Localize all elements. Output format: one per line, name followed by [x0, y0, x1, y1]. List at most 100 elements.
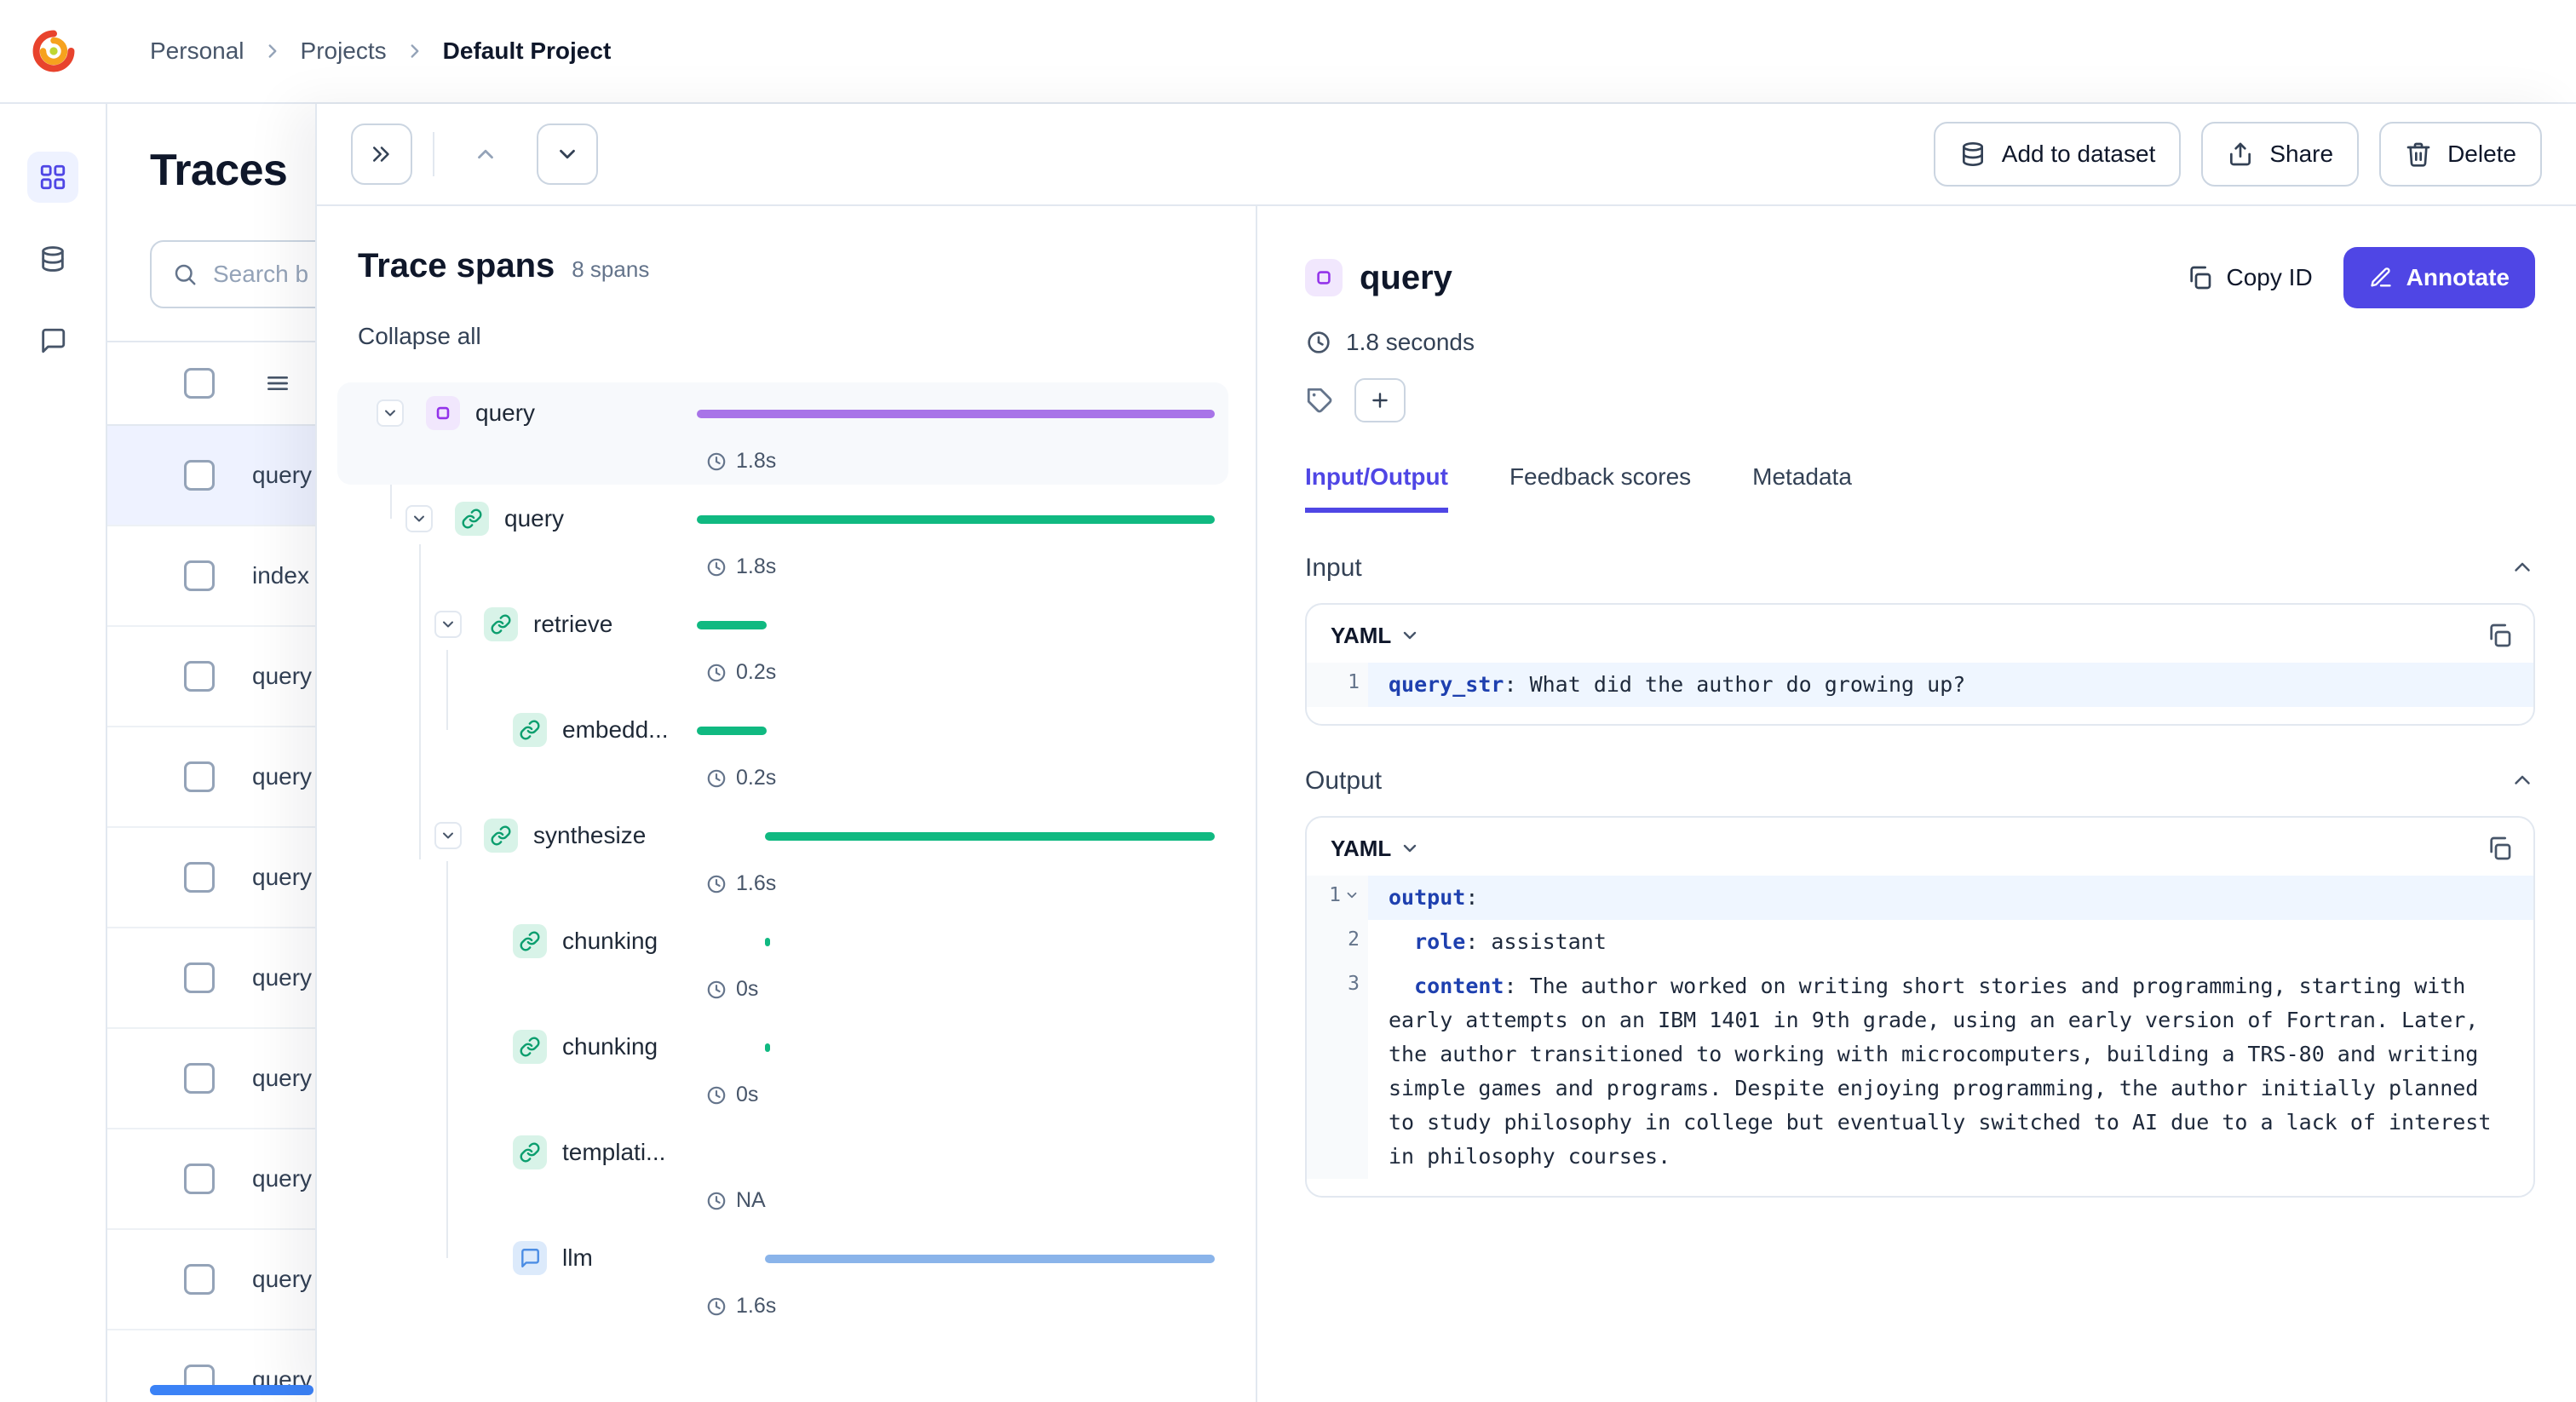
copy-output-button[interactable] [2486, 835, 2513, 862]
breadcrumb-item[interactable]: Default Project [443, 37, 612, 65]
trace-row-label: query [252, 964, 313, 991]
delete-button[interactable]: Delete [2379, 122, 2542, 187]
sidebar-item-projects[interactable] [27, 152, 78, 203]
copy-input-button[interactable] [2486, 622, 2513, 649]
code-text: query_str: What did the author do growin… [1368, 663, 2533, 707]
add-to-dataset-button[interactable]: Add to dataset [1933, 122, 2182, 187]
double-chevron-right-icon [369, 141, 394, 167]
chain-icon [484, 607, 518, 641]
row-checkbox[interactable] [184, 460, 215, 491]
row-checkbox[interactable] [184, 761, 215, 792]
code-line: 3 content: The author worked on writing … [1307, 964, 2533, 1179]
span-duration: 0s [705, 1083, 758, 1107]
row-checkbox[interactable] [184, 1264, 215, 1295]
top-bar: Personal Projects Default Project [0, 0, 2576, 104]
clock-icon [705, 662, 727, 684]
table-menu-icon[interactable] [264, 370, 291, 397]
comet-logo[interactable] [0, 24, 107, 78]
input-code-body: 1 query_str: What did the author do grow… [1307, 663, 2533, 724]
previous-trace-button[interactable] [455, 124, 516, 185]
horizontal-scrollbar-thumb[interactable] [150, 1385, 313, 1395]
tag-icon [1305, 386, 1334, 415]
search-icon [175, 264, 196, 285]
app-window: PersonalProjectsDefault Project Traces [0, 0, 2576, 1402]
copy-icon [2490, 623, 2511, 647]
chevron-down-icon [1404, 631, 1417, 640]
trace-row-label: query [252, 462, 313, 488]
clock-icon [705, 979, 727, 1001]
duration-bar [765, 1255, 1215, 1263]
next-trace-button[interactable] [537, 124, 598, 185]
collapse-input-icon[interactable] [2510, 555, 2535, 581]
chain-icon [513, 1030, 547, 1064]
collapse-toggle[interactable] [434, 822, 462, 849]
fold-icon[interactable] [1344, 884, 1360, 903]
row-checkbox[interactable] [184, 1063, 215, 1094]
duration-bar [697, 621, 768, 629]
span-row[interactable]: synthesize 1.6s [358, 810, 1222, 916]
span-duration: 0.2s [705, 660, 776, 685]
spans-count: 8 spans [572, 256, 650, 282]
chevron-down-icon [555, 141, 580, 167]
duration-bar [697, 515, 1215, 524]
collapse-toggle[interactable] [434, 611, 462, 638]
breadcrumb-item[interactable]: Projects [301, 37, 387, 65]
row-checkbox[interactable] [184, 862, 215, 893]
trace-row-label: query [252, 1065, 313, 1091]
row-checkbox[interactable] [184, 1164, 215, 1194]
trace-icon [426, 396, 460, 430]
input-format-select[interactable]: YAML [1331, 623, 1420, 649]
tab-input-output[interactable]: Input/Output [1305, 463, 1448, 513]
collapse-toggle[interactable] [405, 505, 433, 532]
divider [433, 132, 434, 176]
trash-icon [2406, 142, 2430, 167]
span-duration: 1.8s [705, 449, 776, 474]
share-button[interactable]: Share [2201, 122, 2360, 187]
clock-icon [705, 451, 727, 473]
span-row[interactable]: query 1.8s [358, 493, 1222, 599]
span-row[interactable]: llm 1.6s [358, 1232, 1222, 1338]
plus-icon [1372, 393, 1388, 408]
trace-spans-panel: Trace spans 8 spans Collapse all query 1… [317, 206, 1257, 1402]
collapse-output-icon[interactable] [2510, 768, 2535, 794]
output-section-title: Output [1305, 767, 1383, 795]
clock-icon [1308, 331, 1330, 353]
span-row[interactable]: retrieve 0.2s [358, 599, 1222, 704]
span-label: query [475, 399, 536, 426]
annotate-label: Annotate [2406, 264, 2510, 290]
copy-id-label: Copy ID [2226, 264, 2313, 290]
span-row[interactable]: query 1.8s [337, 382, 1228, 493]
chain-icon [484, 819, 518, 853]
code-text: role: assistant [1414, 929, 1607, 954]
collapse-all-button[interactable]: Collapse all [358, 323, 481, 350]
tab-feedback-scores[interactable]: Feedback scores [1509, 463, 1691, 513]
span-row[interactable]: chunking 0s [358, 1021, 1222, 1127]
clock-icon [705, 873, 727, 895]
add-tag-button[interactable] [1354, 378, 1406, 422]
collapse-toggle[interactable] [377, 399, 404, 427]
select-all-checkbox[interactable] [184, 368, 215, 399]
sidebar-item-feedback[interactable] [27, 315, 78, 366]
detail-title: query [1360, 258, 1452, 296]
row-checkbox[interactable] [184, 962, 215, 993]
duration-bar [765, 1043, 771, 1052]
sidebar-item-datasets[interactable] [27, 233, 78, 284]
pen-icon [2371, 267, 2391, 287]
span-label: query [504, 505, 565, 531]
copy-id-button[interactable]: Copy ID [2186, 264, 2313, 291]
span-row[interactable]: embedd... 0.2s [358, 704, 1222, 810]
tab-metadata[interactable]: Metadata [1752, 463, 1852, 513]
row-checkbox[interactable] [184, 661, 215, 692]
breadcrumb-item[interactable]: Personal [150, 37, 244, 65]
annotate-button[interactable]: Annotate [2343, 247, 2535, 308]
row-checkbox[interactable] [184, 560, 215, 591]
trace-row-label: query [252, 864, 313, 890]
span-row[interactable]: chunking 0s [358, 916, 1222, 1021]
share-icon [2230, 142, 2251, 166]
expand-panel-button[interactable] [351, 124, 412, 185]
chevron-right-icon [404, 40, 426, 62]
span-duration: 0s [705, 977, 758, 1002]
output-format-select[interactable]: YAML [1331, 836, 1420, 862]
span-row[interactable]: templati... NA [358, 1127, 1222, 1232]
chain-icon [513, 713, 547, 747]
